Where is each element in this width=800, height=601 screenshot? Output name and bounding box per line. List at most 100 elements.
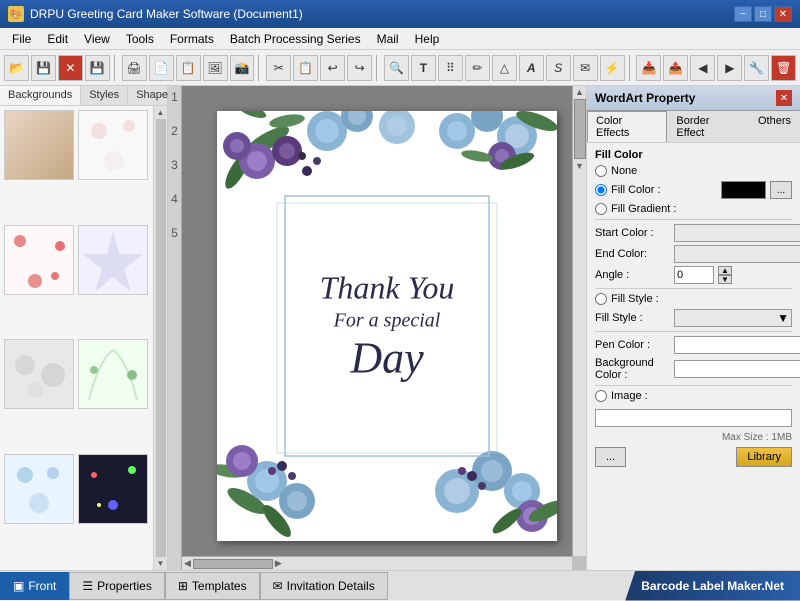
tab-border-effect[interactable]: Border Effect — [667, 111, 749, 142]
bottom-tab-front[interactable]: ▣ Front — [0, 572, 69, 600]
fill-color-swatch[interactable] — [721, 181, 766, 199]
canvas-area: 12345 — [168, 86, 586, 570]
menu-edit[interactable]: Edit — [39, 30, 76, 48]
angle-down-btn[interactable]: ▼ — [718, 275, 732, 284]
pen-color-input[interactable] — [674, 336, 800, 354]
none-radio-row: None — [595, 165, 792, 177]
tab-backgrounds[interactable]: Backgrounds — [0, 86, 81, 105]
fill-style-combo[interactable]: ▼ — [674, 309, 792, 327]
left-scrollbar[interactable]: ▲ ▼ — [153, 106, 167, 570]
properties-icon: ☰ — [82, 579, 93, 593]
maximize-btn[interactable]: □ — [754, 6, 772, 22]
fill-gradient-radio[interactable] — [595, 203, 607, 215]
tb-img[interactable]: 🖼 — [203, 55, 228, 81]
end-color-label: End Color: — [595, 248, 670, 260]
menu-formats[interactable]: Formats — [162, 30, 222, 48]
tb-cut[interactable]: ✂ — [266, 55, 291, 81]
tb-save[interactable]: 💾 — [31, 55, 56, 81]
image-path-input[interactable] — [595, 409, 792, 427]
separator-2 — [595, 288, 792, 289]
tb-wordart[interactable]: S — [546, 55, 571, 81]
fill-style-radio[interactable] — [595, 293, 607, 305]
thumbnail-5[interactable] — [4, 339, 74, 409]
window-controls[interactable]: − □ ✕ — [734, 6, 792, 22]
tb-zoom[interactable]: 🔍 — [384, 55, 409, 81]
tb-prev[interactable]: ◀ — [690, 55, 715, 81]
action-buttons-row: ... Library — [595, 447, 792, 467]
tb-doc2[interactable]: 📋 — [176, 55, 201, 81]
greeting-card[interactable]: Thank You For a special Day — [217, 111, 557, 541]
tb-print[interactable]: 🖨 — [122, 55, 147, 81]
dots-button[interactable]: ... — [595, 447, 626, 467]
angle-input[interactable] — [674, 266, 714, 284]
thumbnail-7[interactable] — [4, 454, 74, 524]
bg-color-input[interactable] — [674, 360, 800, 378]
tb-link[interactable]: ⚡ — [600, 55, 625, 81]
thumbnail-2[interactable] — [78, 110, 148, 180]
minimize-btn[interactable]: − — [734, 6, 752, 22]
thumb-preview-4 — [79, 226, 147, 294]
bottom-tab-templates[interactable]: ⊞ Templates — [165, 572, 260, 600]
invitation-label: Invitation Details — [287, 579, 375, 593]
tb-export[interactable]: 📤 — [663, 55, 688, 81]
image-radio[interactable] — [595, 390, 607, 402]
bottom-tab-invitation[interactable]: ✉ Invitation Details — [260, 572, 388, 600]
tb-delete[interactable]: 🗑 — [771, 55, 796, 81]
menu-tools[interactable]: Tools — [118, 30, 162, 48]
tb-art[interactable]: A — [519, 55, 544, 81]
tb-undo[interactable]: ↩ — [320, 55, 345, 81]
tb-redo[interactable]: ↪ — [347, 55, 372, 81]
bottom-tab-properties[interactable]: ☰ Properties — [69, 572, 164, 600]
start-color-input[interactable] — [674, 224, 800, 242]
tb-barcode[interactable]: ⠿ — [438, 55, 463, 81]
right-panel: WordArt Property ✕ Color Effects Border … — [586, 86, 800, 570]
tab-color-effects[interactable]: Color Effects — [587, 111, 667, 142]
vertical-scrollbar[interactable]: ▲ ▼ — [572, 86, 586, 556]
tb-shape[interactable]: △ — [492, 55, 517, 81]
tab-others[interactable]: Others — [749, 111, 800, 142]
thumb-preview-8 — [79, 455, 147, 523]
tb-save2[interactable]: 💾 — [85, 55, 110, 81]
horizontal-scrollbar[interactable]: ◀ ▶ — [182, 556, 572, 570]
panel-close-button[interactable]: ✕ — [776, 90, 792, 106]
library-button[interactable]: Library — [736, 447, 792, 467]
thumbnail-8[interactable] — [78, 454, 148, 524]
property-content: Fill Color None Fill Color : ... Fill Gr… — [587, 143, 800, 570]
tab-styles[interactable]: Styles — [81, 86, 128, 105]
tb-new[interactable]: 📂 — [4, 55, 29, 81]
menu-help[interactable]: Help — [407, 30, 448, 48]
angle-spinner[interactable]: ▲ ▼ — [718, 266, 732, 284]
start-color-label: Start Color : — [595, 227, 670, 239]
tb-copy[interactable]: 📋 — [293, 55, 318, 81]
fill-color-radio[interactable] — [595, 184, 607, 196]
max-size-label: Max Size : 1MB — [595, 432, 792, 443]
end-color-input[interactable] — [674, 245, 800, 263]
thumbnail-4[interactable] — [78, 225, 148, 295]
thumbnail-6[interactable] — [78, 339, 148, 409]
close-btn[interactable]: ✕ — [774, 6, 792, 22]
tb-pen[interactable]: ✏ — [465, 55, 490, 81]
angle-up-btn[interactable]: ▲ — [718, 266, 732, 275]
thumbnail-3[interactable] — [4, 225, 74, 295]
tb-tools2[interactable]: 🔧 — [744, 55, 769, 81]
none-radio[interactable] — [595, 165, 607, 177]
left-panel: Backgrounds Styles Shapes — [0, 86, 168, 570]
tb-import[interactable]: 📥 — [636, 55, 661, 81]
menu-view[interactable]: View — [76, 30, 118, 48]
separator-1 — [595, 219, 792, 220]
tb-next[interactable]: ▶ — [717, 55, 742, 81]
scroll-corner — [572, 556, 586, 570]
fill-style-arrow: ▼ — [777, 311, 789, 325]
thumbnail-1[interactable] — [4, 110, 74, 180]
tb-img2[interactable]: 📸 — [230, 55, 255, 81]
menu-mail[interactable]: Mail — [369, 30, 407, 48]
tb-doc1[interactable]: 📄 — [149, 55, 174, 81]
fill-color-picker-btn[interactable]: ... — [770, 181, 792, 199]
tb-text[interactable]: T — [411, 55, 436, 81]
menu-file[interactable]: File — [4, 30, 39, 48]
tb-mail[interactable]: ✉ — [573, 55, 598, 81]
tb-close[interactable]: ✕ — [58, 55, 83, 81]
menu-batch[interactable]: Batch Processing Series — [222, 30, 369, 48]
thumb-preview-6 — [79, 340, 147, 408]
app-icon: 🎨 — [8, 6, 24, 22]
